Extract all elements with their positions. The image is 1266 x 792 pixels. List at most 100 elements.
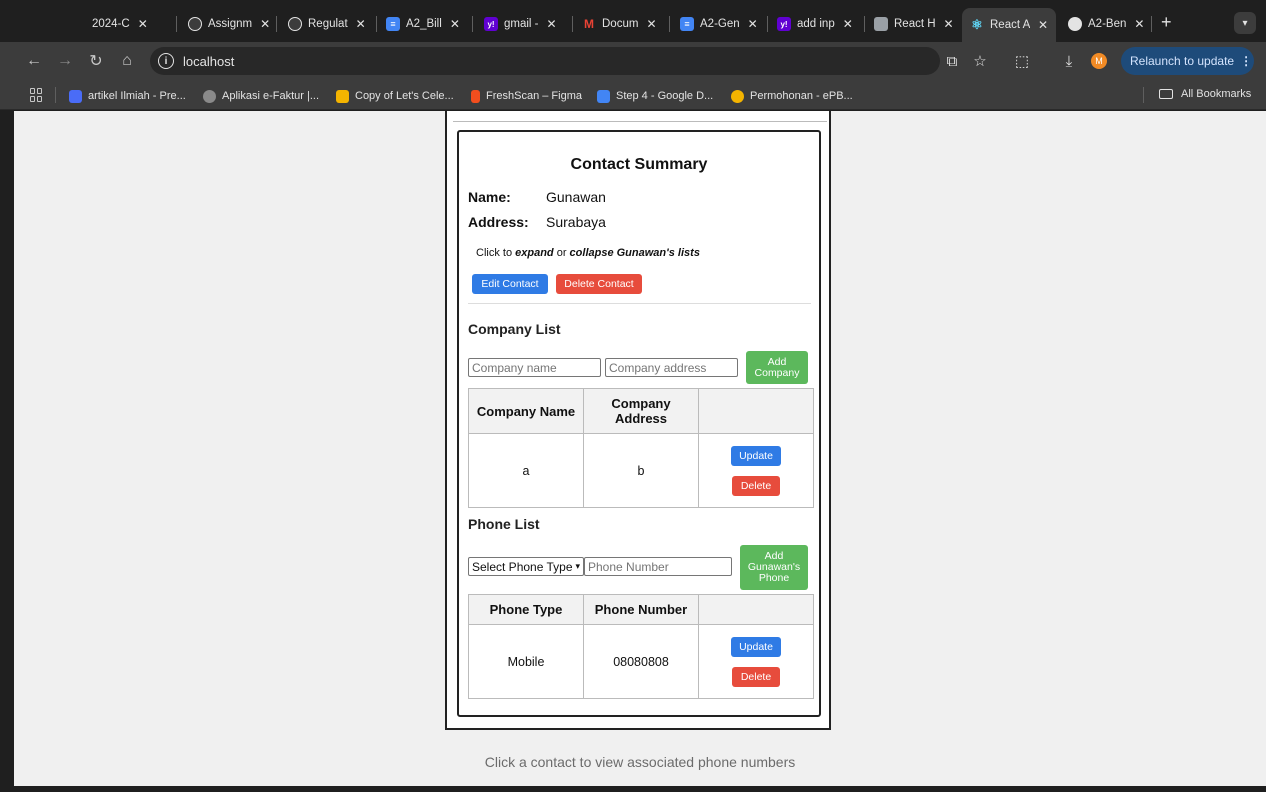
column-header: Company Address <box>583 388 699 434</box>
bookmark-label: Copy of Let's Cele... <box>355 90 454 102</box>
yahoo-mail-icon: y! <box>484 17 498 31</box>
apps-grid-icon[interactable] <box>30 88 44 102</box>
close-icon[interactable]: ✕ <box>1038 18 1048 32</box>
tab-title: add inp <box>797 18 835 30</box>
tab-separator <box>376 16 377 32</box>
hint-collapse: collapse Gunawan's lists <box>569 247 700 259</box>
relaunch-label: Relaunch to update <box>1130 54 1235 68</box>
company-table: Company Name Company Address a b Update … <box>468 388 814 508</box>
bookmark-item[interactable]: FreshScan – Figma <box>471 88 582 104</box>
close-icon[interactable]: ✕ <box>843 17 853 31</box>
browser-tab[interactable]: 2024-C ✕ <box>92 12 148 36</box>
browser-toolbar: ← → ↻ ⌂ i localhost ⧉ ☆ ⬚ ⤓ M Relaunch t… <box>0 42 1266 80</box>
bookmark-label: FreshScan – Figma <box>486 90 582 102</box>
add-phone-button[interactable]: Add Gunawan's Phone <box>740 545 808 590</box>
close-icon[interactable]: ✕ <box>748 17 758 31</box>
more-vert-icon: ⋮ <box>1240 54 1253 68</box>
bookmark-label: Aplikasi e-Faktur |... <box>222 90 319 102</box>
tab-title: Docum <box>602 18 639 30</box>
browser-tab[interactable]: ≡ A2_Bill ✕ <box>386 12 460 36</box>
delete-company-button[interactable]: Delete <box>732 475 780 496</box>
delete-phone-button[interactable]: Delete <box>732 666 780 687</box>
close-icon[interactable]: ✕ <box>138 17 148 31</box>
install-app-icon[interactable]: ⧉ <box>942 51 962 71</box>
bookmark-item[interactable]: Step 4 - Google D... <box>597 88 713 104</box>
address-label: Address: <box>468 214 529 230</box>
google-docs-icon <box>597 89 610 103</box>
bookmark-favicon-icon <box>203 89 216 103</box>
column-header: Phone Number <box>583 594 699 625</box>
bookmark-item[interactable]: artikel Ilmiah - Pre... <box>69 88 186 104</box>
browser-tab[interactable]: y! gmail - ✕ <box>484 12 557 36</box>
address-text: localhost <box>183 53 235 69</box>
close-icon[interactable]: ✕ <box>944 17 954 31</box>
phone-type-selected: Select Phone Type <box>472 559 573 574</box>
expand-collapse-hint[interactable]: Click to expand or collapse Gunawan's li… <box>476 247 700 259</box>
tab-title: React A <box>990 19 1030 31</box>
new-tab-button[interactable]: + <box>1161 12 1172 32</box>
browser-tab[interactable]: y! add inp ✕ <box>777 12 853 36</box>
address-bar[interactable]: i localhost <box>150 47 940 75</box>
browser-tab[interactable]: Assignm ✕ <box>188 12 270 36</box>
bookmark-favicon-icon <box>69 89 82 103</box>
footer-hint: Click a contact to view associated phone… <box>484 754 796 770</box>
tab-separator <box>864 16 865 32</box>
name-value: Gunawan <box>546 189 606 205</box>
close-icon[interactable]: ✕ <box>547 17 557 31</box>
app-card: Contact Summary Name: Gunawan Address: Sur… <box>445 111 831 730</box>
forward-arrow-icon[interactable]: → <box>55 51 75 71</box>
back-arrow-icon[interactable]: ← <box>24 51 44 71</box>
bookmark-label: Step 4 - Google D... <box>616 90 714 102</box>
close-icon[interactable]: ✕ <box>646 17 656 31</box>
phone-number-input[interactable] <box>584 557 732 576</box>
folder-icon <box>1159 89 1173 99</box>
profile-avatar[interactable]: M <box>1091 53 1107 69</box>
react-icon: ⚛ <box>971 17 983 32</box>
phone-type-select[interactable]: Select Phone Type ▾ <box>468 557 584 576</box>
close-icon[interactable]: ✕ <box>450 17 460 31</box>
close-icon[interactable]: ✕ <box>260 17 270 31</box>
company-name-input[interactable] <box>468 358 601 377</box>
tab-title: A2-Gen <box>700 18 740 30</box>
chevron-down-icon[interactable]: ▾ <box>1234 12 1256 34</box>
download-icon[interactable]: ⤓ <box>1059 51 1079 71</box>
delete-contact-button[interactable]: Delete Contact <box>556 274 642 294</box>
add-company-button[interactable]: Add Company <box>746 351 808 384</box>
tab-title: Regulat <box>308 18 348 30</box>
bookmark-star-icon[interactable]: ☆ <box>970 51 990 71</box>
browser-tab[interactable]: A2-Ben ✕ <box>1068 12 1144 36</box>
bookmark-item[interactable]: Permohonan - ePB... <box>731 88 853 104</box>
google-docs-icon: ≡ <box>386 17 400 31</box>
company-address-input[interactable] <box>605 358 738 377</box>
tab-strip: 2024-C ✕ Assignm ✕ Regulat ✕ ≡ A2_Bill ✕… <box>0 0 1266 42</box>
column-header <box>698 388 814 434</box>
browser-tab[interactable]: ≡ A2-Gen ✕ <box>680 12 758 36</box>
browser-tab[interactable]: Regulat ✕ <box>288 12 366 36</box>
browser-tab[interactable]: React H ✕ <box>874 12 954 36</box>
bookmark-separator <box>55 87 56 103</box>
phone-table: Phone Type Phone Number Mobile 08080808 … <box>468 594 814 699</box>
page-viewport: Contact Summary Name: Gunawan Address: Sur… <box>14 111 1266 786</box>
relaunch-button[interactable]: Relaunch to update ⋮ <box>1121 47 1254 75</box>
tab-separator <box>572 16 573 32</box>
close-icon[interactable]: ✕ <box>356 17 366 31</box>
all-bookmarks-button[interactable]: All Bookmarks <box>1159 88 1251 100</box>
address-value: Surabaya <box>546 214 606 230</box>
reload-icon[interactable]: ↻ <box>86 51 106 71</box>
close-icon[interactable]: ✕ <box>1134 17 1144 31</box>
info-icon[interactable]: i <box>158 53 174 69</box>
bookmark-item[interactable]: Copy of Let's Cele... <box>336 88 454 104</box>
home-icon[interactable]: ⌂ <box>117 51 137 71</box>
hint-prefix: Click to <box>476 247 516 259</box>
edit-contact-button[interactable]: Edit Contact <box>472 274 548 294</box>
contact-summary-panel[interactable]: Contact Summary Name: Gunawan Address: Sur… <box>457 130 821 717</box>
bookmark-item[interactable]: Aplikasi e-Faktur |... <box>203 88 319 104</box>
update-phone-button[interactable]: Update <box>731 636 781 657</box>
update-company-button[interactable]: Update <box>731 445 781 466</box>
bookmark-favicon-icon <box>336 89 349 103</box>
bookmark-separator <box>1143 87 1144 103</box>
browser-tab[interactable]: M Docum ✕ <box>582 12 657 36</box>
bookmark-label: Permohonan - ePB... <box>750 90 853 102</box>
browser-tab-active[interactable]: ⚛ React A ✕ <box>962 8 1057 42</box>
extensions-icon[interactable]: ⬚ <box>1012 51 1032 71</box>
